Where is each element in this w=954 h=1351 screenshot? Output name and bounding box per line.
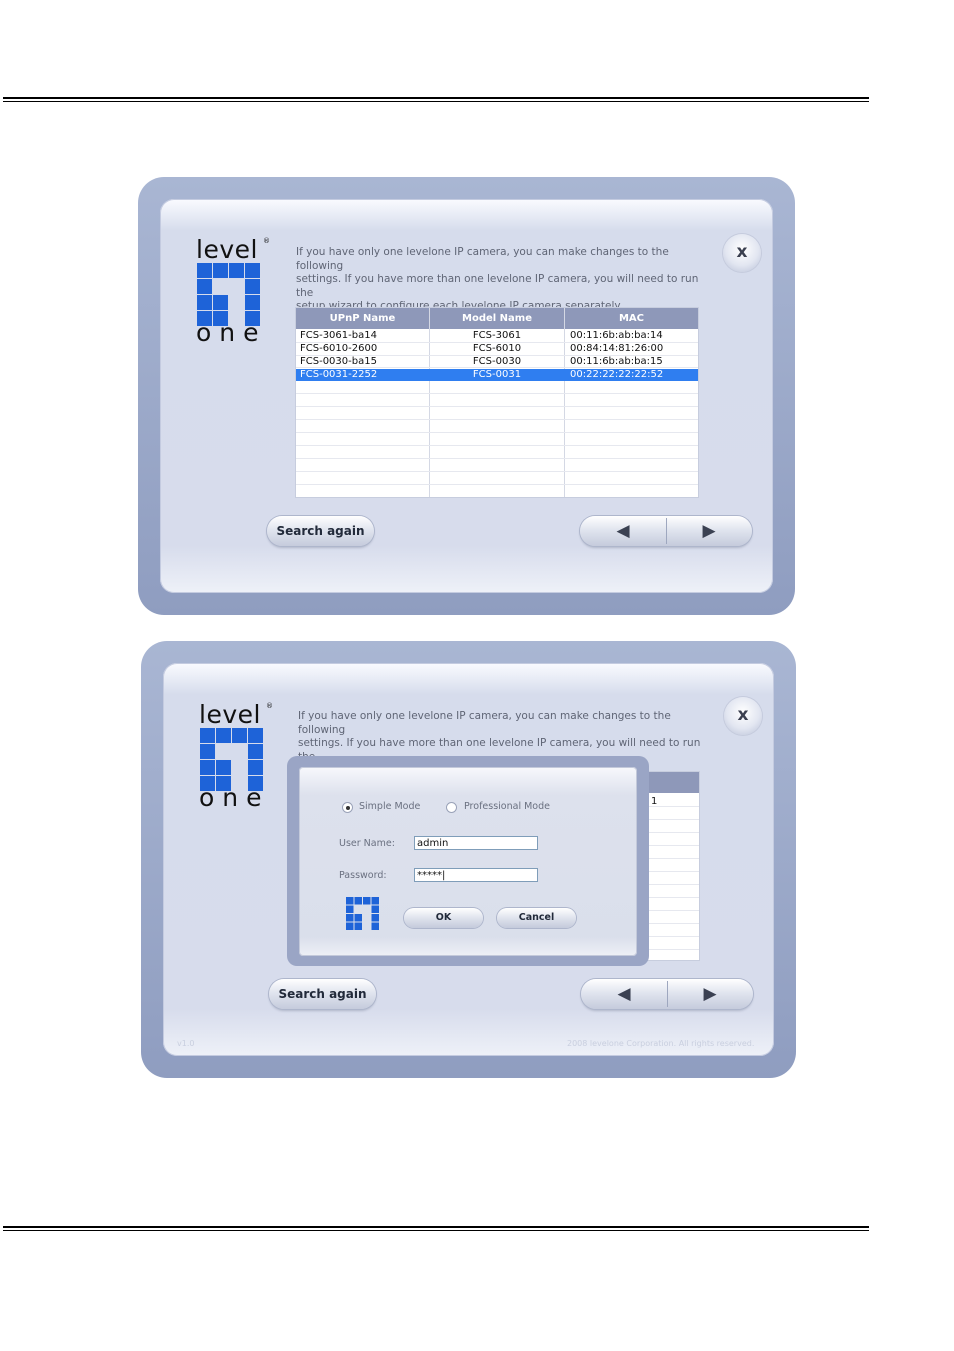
arrow-right-icon: ▶ [702, 521, 716, 541]
ok-button[interactable]: OK [404, 908, 483, 928]
radio-unselected-icon [446, 802, 457, 813]
close-icon: x [736, 242, 748, 262]
radio-selected-icon [342, 802, 353, 813]
row-divider [296, 484, 698, 485]
close-icon: x [737, 705, 749, 725]
next-button[interactable]: ▶ [667, 979, 753, 1009]
cell-mac: 00:11:6b:ab:ba:15 [570, 356, 663, 367]
bottom-page-rule [3, 1226, 869, 1231]
logo-reg-mark: ® [266, 702, 273, 710]
cell-upnp-name: FCS-3061-ba14 [300, 330, 377, 341]
arrow-left-icon: ◀ [616, 521, 630, 541]
levelone-logo: level ® one [196, 235, 276, 349]
column-divider [564, 308, 565, 497]
search-again-button[interactable]: Search again [269, 979, 376, 1009]
logo-top-word: level [196, 235, 258, 264]
cancel-button[interactable]: Cancel [497, 908, 576, 928]
arrow-left-icon: ◀ [617, 984, 631, 1004]
row-divider [296, 471, 698, 472]
login-dialog: Simple Mode Professional Mode User Name:… [299, 767, 637, 956]
password-input[interactable]: *****| [414, 868, 538, 882]
row-divider [296, 458, 698, 459]
cell-model-name: FCS-0031 [472, 369, 522, 380]
version-text: v1.0 [177, 1039, 195, 1048]
cell-upnp-name: FCS-6010-2600 [300, 343, 378, 354]
intro-text: If you have only one levelone IP camera,… [296, 246, 699, 312]
simple-mode-label: Simple Mode [359, 801, 421, 812]
top-page-rule [3, 97, 869, 102]
row-divider [296, 393, 698, 394]
row-divider [296, 445, 698, 446]
nav-button-group: ◀ ▶ [581, 979, 753, 1009]
levelone-mini-logo-icon [346, 897, 379, 930]
cell-mac: 00:84:14:81:26:00 [570, 343, 664, 354]
next-button[interactable]: ▶ [666, 516, 752, 546]
column-header-upnp[interactable]: UPnP Name [296, 308, 429, 329]
password-label: Password: [339, 870, 387, 881]
nav-button-group: ◀ ▶ [580, 516, 752, 546]
row-divider [296, 432, 698, 433]
cell-model-name: FCS-6010 [472, 343, 522, 354]
cell-partial: 1 [651, 796, 658, 807]
cell-model-name: FCS-3061 [472, 330, 522, 341]
user-name-input[interactable]: admin [414, 836, 538, 850]
window-panel-2: level ® one If you have only one levelon… [163, 663, 774, 1056]
logo-reg-mark: ® [263, 237, 270, 245]
cell-upnp-name: FCS-0031-2252 [300, 369, 378, 380]
logo-top-word: level [199, 700, 261, 729]
row-divider [296, 406, 698, 407]
copyright-text: 2008 levelone Corporation. All rights re… [567, 1039, 755, 1048]
window-panel-1: level ® one If you have only one levelon… [160, 199, 773, 593]
logo-bottom-word: one [199, 783, 270, 812]
table-header: UPnP Name Model Name MAC [296, 308, 698, 329]
row-divider [296, 419, 698, 420]
close-button[interactable]: x [724, 697, 762, 735]
previous-button[interactable]: ◀ [580, 516, 666, 546]
column-header-model[interactable]: Model Name [430, 308, 564, 329]
levelone-logo: level ® one [199, 700, 279, 814]
cell-upnp-name: FCS-0030-ba15 [300, 356, 377, 367]
camera-table: UPnP Name Model Name MAC FCS-3061-ba14 F… [295, 307, 699, 498]
cell-model-name: FCS-0030 [472, 356, 522, 367]
previous-button[interactable]: ◀ [581, 979, 667, 1009]
professional-mode-label: Professional Mode [464, 801, 550, 812]
close-button[interactable]: x [723, 234, 761, 272]
search-again-button[interactable]: Search again [267, 516, 374, 546]
user-name-label: User Name: [339, 838, 395, 849]
column-header-mac[interactable]: MAC [565, 308, 698, 329]
logo-bottom-word: one [196, 318, 267, 347]
arrow-right-icon: ▶ [703, 984, 717, 1004]
cell-mac: 00:11:6b:ab:ba:14 [570, 330, 663, 341]
cell-mac: 00:22:22:22:22:52 [570, 369, 664, 380]
